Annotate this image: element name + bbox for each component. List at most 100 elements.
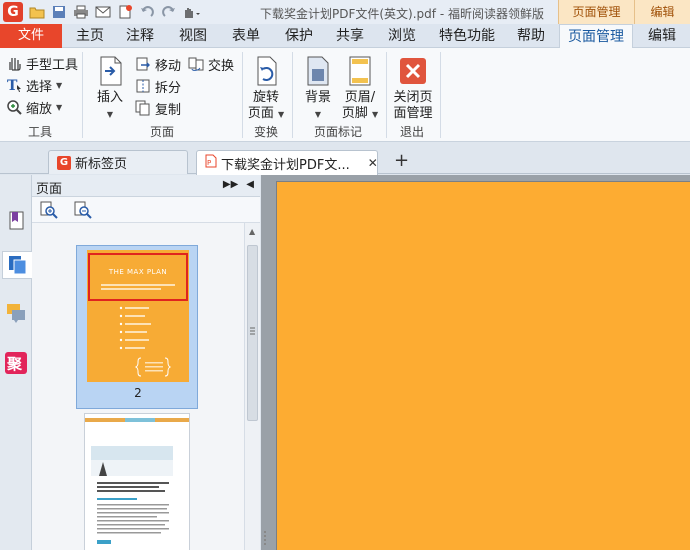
split-page-button[interactable]: 拆分: [135, 76, 181, 96]
new-document-icon[interactable]: [116, 3, 134, 21]
close-tab-icon[interactable]: ✕: [368, 156, 378, 170]
hand-tool-button[interactable]: 手型工具: [6, 53, 78, 73]
move-page-button[interactable]: 移动: [135, 54, 181, 74]
pages-panel-title: 页面: [36, 182, 63, 197]
email-icon[interactable]: [94, 3, 112, 21]
collapse-panel-icon[interactable]: ◀: [246, 179, 254, 190]
aggregate-icon[interactable]: 聚: [2, 349, 30, 377]
group-divider: [386, 52, 387, 138]
swap-page-button[interactable]: 交换: [188, 54, 234, 74]
hand-tool-dropdown-icon[interactable]: [182, 3, 200, 21]
thumbnail-scrollbar[interactable]: ▲: [244, 223, 260, 550]
panel-splitter[interactable]: [262, 530, 268, 548]
document-view[interactable]: [261, 175, 690, 550]
tab-comment[interactable]: 注释: [120, 24, 160, 48]
open-folder-icon[interactable]: [28, 3, 46, 21]
page-thumbnail-selected[interactable]: THE MAX PLAN 2: [76, 245, 198, 409]
page-number-label: 2: [134, 386, 142, 400]
thumbnail-content: [85, 418, 189, 544]
zoom-icon: [6, 99, 22, 115]
pages-panel-header: 页面 ▶▶ ◀: [32, 175, 260, 197]
undo-icon[interactable]: [138, 3, 156, 21]
group-label-exit: 退出: [399, 125, 424, 139]
page-preview: THE MAX PLAN: [87, 250, 189, 382]
pages-panel: 页面 ▶▶ ◀ THE MAX PLAN 2 ▲: [32, 175, 260, 550]
hand-icon: [6, 55, 22, 71]
add-tab-button[interactable]: +: [394, 150, 409, 171]
app-logo-icon: G: [57, 155, 71, 170]
comments-icon[interactable]: [2, 299, 30, 327]
tab-form[interactable]: 表单: [226, 24, 266, 48]
tab-edit[interactable]: 编辑: [638, 24, 686, 48]
context-tab-title-edit: 编辑: [634, 0, 690, 24]
shrink-thumbnail-icon[interactable]: [74, 201, 92, 219]
tab-protect[interactable]: 保护: [279, 24, 319, 48]
enlarge-thumbnail-icon[interactable]: [40, 201, 58, 219]
group-label-pages: 页面: [149, 125, 174, 139]
tab-browse[interactable]: 浏览: [382, 24, 422, 48]
text-select-icon: T: [6, 77, 22, 93]
pages-panel-toolbar: [32, 197, 260, 223]
close-icon: [397, 54, 429, 88]
page-thumbnail[interactable]: [84, 413, 190, 550]
tab-view[interactable]: 视图: [173, 24, 213, 48]
menu-bar: 文件 主页 注释 视图 表单 保护 共享 浏览 特色功能 帮助 页面管理 编辑: [0, 24, 690, 49]
scroll-up-icon[interactable]: ▲: [249, 227, 255, 236]
context-tab-title-page-management: 页面管理: [558, 0, 634, 24]
copy-page-icon: [135, 100, 151, 116]
svg-text:P: P: [207, 159, 211, 167]
tab-features[interactable]: 特色功能: [432, 24, 502, 48]
pages-panel-icon[interactable]: [2, 251, 33, 279]
rotate-page-icon: [250, 54, 282, 88]
group-divider: [242, 52, 243, 138]
group-label-transform: 变换: [253, 125, 278, 139]
background-icon: [302, 54, 334, 88]
insert-page-button[interactable]: 插入 ▼: [90, 54, 130, 123]
scrollbar-thumb[interactable]: [247, 245, 258, 421]
rotate-page-button[interactable]: 旋转 页面 ▼: [246, 54, 286, 123]
expand-panel-icon[interactable]: ▶▶: [223, 179, 238, 190]
header-footer-button[interactable]: 页眉/ 页脚 ▼: [340, 54, 380, 123]
copy-page-button[interactable]: 复制: [135, 98, 181, 118]
chevron-down-icon: ▼: [278, 110, 285, 119]
insert-page-icon: [94, 54, 126, 88]
app-logo-icon[interactable]: G: [3, 2, 23, 22]
split-page-icon: [135, 78, 151, 94]
navigation-rail: 聚: [0, 175, 33, 550]
group-label-tools: 工具: [27, 125, 52, 139]
pdf-file-icon: P: [205, 154, 217, 172]
chevron-down-icon: ▼: [56, 80, 63, 90]
tab-home[interactable]: 主页: [70, 24, 110, 48]
close-page-management-button[interactable]: 关闭页 面管理: [390, 54, 436, 122]
window-title: 下载奖金计划PDF文件(英文).pdf - 福昕阅读器领鲜版: [260, 7, 544, 21]
tab-page-management[interactable]: 页面管理: [559, 24, 633, 49]
thumbnail-content: [101, 284, 175, 377]
svg-text:T: T: [7, 78, 18, 93]
title-bar: G 下载奖金计划PDF文件(英文).pdf - 福昕阅读器领鲜版 页面管理 编辑: [0, 0, 690, 24]
redo-icon[interactable]: [160, 3, 178, 21]
chevron-down-icon: ▼: [314, 110, 322, 119]
tab-document[interactable]: P 下载奖金计划PDF文... ✕: [196, 150, 378, 175]
group-divider: [440, 52, 441, 138]
bookmarks-icon[interactable]: [2, 207, 30, 235]
file-menu-button[interactable]: 文件: [0, 24, 62, 48]
chevron-down-icon: ▼: [56, 102, 63, 112]
svg-text:聚: 聚: [6, 355, 23, 373]
group-divider: [82, 52, 83, 138]
header-footer-icon: [344, 54, 376, 88]
quick-access-toolbar: [28, 3, 200, 21]
tab-new-page[interactable]: G 新标签页: [48, 150, 188, 174]
group-divider: [292, 52, 293, 138]
chevron-down-icon: ▼: [372, 110, 379, 119]
background-button[interactable]: 背景 ▼: [298, 54, 338, 123]
select-tool-button[interactable]: T 选择 ▼: [6, 75, 62, 95]
print-icon[interactable]: [72, 3, 90, 21]
tab-help[interactable]: 帮助: [510, 24, 552, 48]
move-page-icon: [135, 56, 151, 72]
zoom-tool-button[interactable]: 缩放 ▼: [6, 97, 62, 117]
save-icon[interactable]: [50, 3, 68, 21]
tab-share[interactable]: 共享: [330, 24, 370, 48]
ribbon: 手型工具 T 选择 ▼ 缩放 ▼ 工具 插入 ▼ 移动 交换 拆分 复制 页面 …: [0, 48, 690, 142]
document-page[interactable]: [276, 181, 690, 550]
document-tab-strip: G 新标签页 P 下载奖金计划PDF文... ✕: [0, 142, 690, 175]
